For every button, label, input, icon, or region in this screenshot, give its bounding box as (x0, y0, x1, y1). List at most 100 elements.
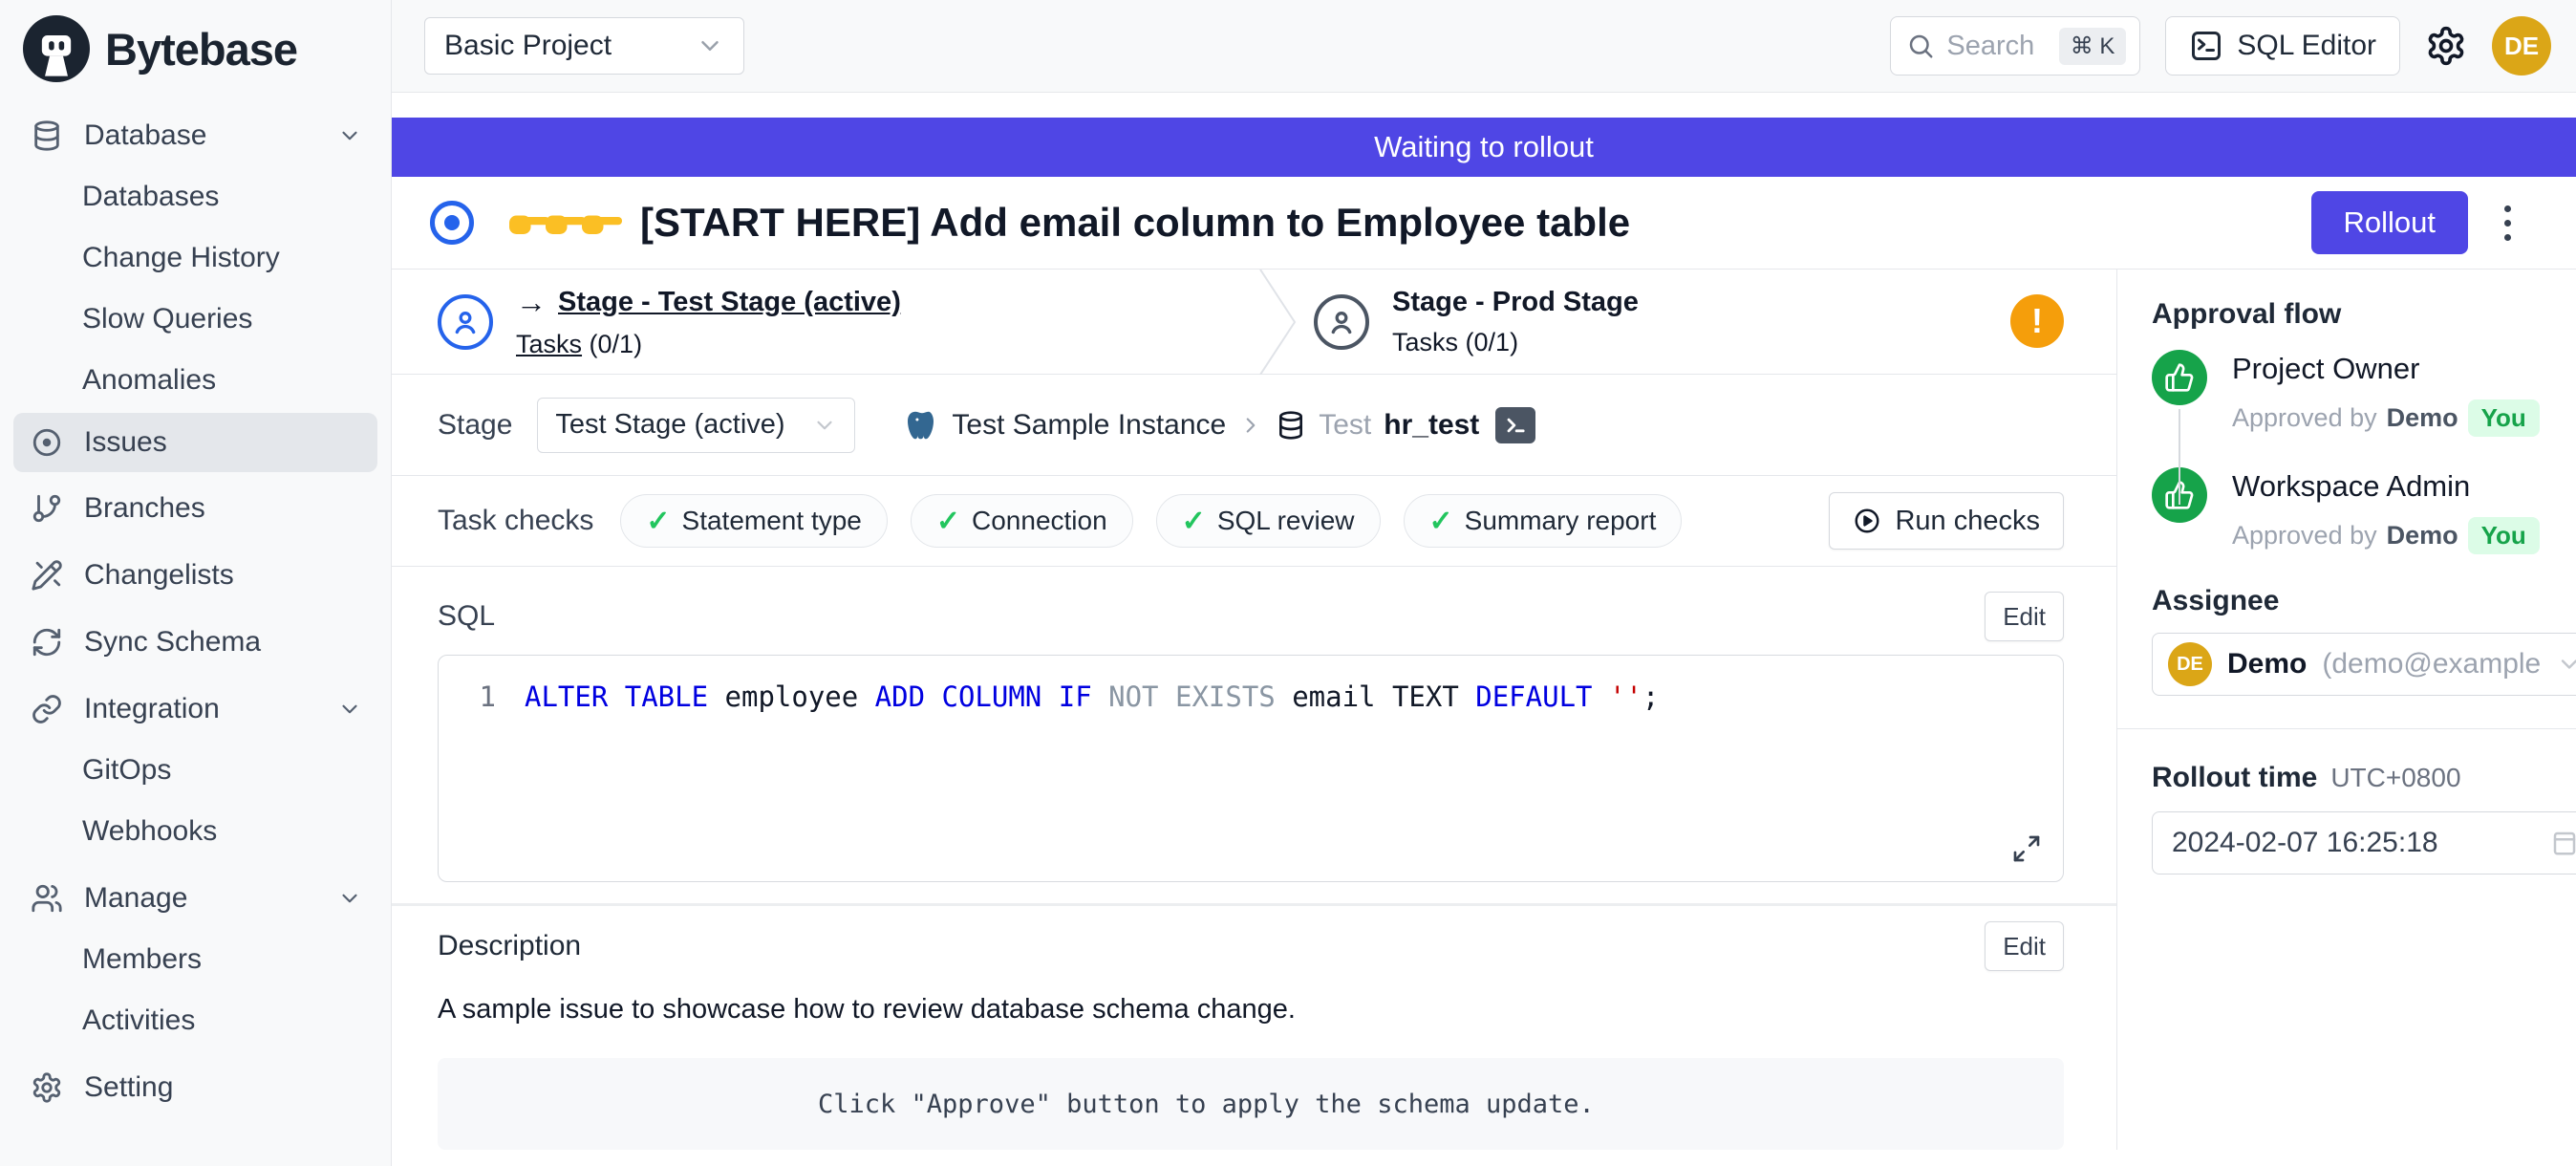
sidebar-item-activities[interactable]: Activities (0, 990, 391, 1051)
search-shortcut-badge: ⌘ K (2059, 28, 2127, 65)
check-pass-icon: ✓ (1429, 505, 1453, 538)
sidebar-item-label: Manage (84, 882, 187, 915)
check-summary-report[interactable]: ✓ Summary report (1404, 494, 1683, 548)
stage-picker-label: Stage (438, 409, 512, 442)
description-section-title: Description (438, 930, 581, 962)
sql-editor[interactable]: 1 ALTER TABLE employee ADD COLUMN IF NOT… (438, 655, 2064, 882)
sidebar-item-setting[interactable]: Setting (0, 1057, 391, 1118)
sidebar-item-issues[interactable]: Issues (13, 413, 377, 472)
sidebar-item-databases[interactable]: Databases (0, 166, 391, 227)
stage-select-dropdown[interactable]: Test Stage (active) (537, 398, 855, 453)
sidebar-item-label: Members (82, 943, 202, 976)
approval-steps: Project Owner Approved by Demo You Works… (2152, 350, 2576, 554)
run-checks-label: Run checks (1895, 506, 2040, 537)
status-banner: Waiting to rollout (392, 118, 2576, 177)
bytebase-logo[interactable]: Bytebase (0, 0, 391, 92)
assignee-dropdown[interactable]: DE Demo (demo@example (2152, 633, 2576, 696)
check-pass-icon: ✓ (1182, 505, 1206, 538)
issue-main-column: → Stage - Test Stage (active) Tasks (0/1… (392, 270, 2116, 1150)
chevron-down-icon (337, 123, 362, 148)
sql-section-title: SQL (438, 600, 495, 633)
environment-name: Test (1319, 409, 1371, 442)
approval-step-project-owner: Project Owner Approved by Demo You (2152, 350, 2576, 437)
check-connection[interactable]: ✓ Connection (911, 494, 1133, 548)
panel-divider (2117, 728, 2576, 729)
more-options-menu[interactable] (2487, 196, 2528, 250)
check-sql-review[interactable]: ✓ SQL review (1156, 494, 1381, 548)
stage-test[interactable]: → Stage - Test Stage (active) Tasks (0/1… (438, 270, 901, 375)
assignee-avatar: DE (2168, 642, 2212, 686)
rollout-time-title: Rollout time (2152, 762, 2317, 794)
sidebar-item-members[interactable]: Members (0, 929, 391, 990)
sidebar-item-changelists[interactable]: Changelists (0, 545, 391, 606)
section-divider (392, 903, 2116, 906)
instance-name[interactable]: Test Sample Instance (952, 409, 1226, 442)
link-icon (31, 693, 63, 725)
sidebar: Bytebase Database Databases Change Histo… (0, 0, 392, 1166)
sidebar-item-anomalies[interactable]: Anomalies (0, 350, 391, 411)
chevron-right-icon (1238, 413, 1263, 438)
sidebar-item-label: Webhooks (82, 815, 217, 848)
sidebar-group-manage[interactable]: Manage (0, 868, 391, 929)
chevron-down-icon (696, 32, 724, 60)
description-code-block: Click "Approve" button to apply the sche… (438, 1058, 2064, 1150)
terminal-icon (2189, 29, 2223, 63)
sidebar-group-database[interactable]: Database (0, 105, 391, 166)
check-label: Statement type (682, 506, 862, 536)
sidebar-item-webhooks[interactable]: Webhooks (0, 801, 391, 862)
sidebar-item-sync-schema[interactable]: Sync Schema (0, 612, 391, 673)
sidebar-group-integration[interactable]: Integration (0, 679, 391, 740)
expand-editor-icon[interactable] (2011, 833, 2042, 864)
user-avatar[interactable]: DE (2492, 16, 2551, 76)
sidebar-item-branches[interactable]: Branches (0, 478, 391, 539)
search-input[interactable]: Search ⌘ K (1890, 16, 2140, 76)
sidebar-item-label: Activities (82, 1004, 195, 1037)
database-breadcrumb: Test Sample Instance Test hr_test (905, 407, 1535, 443)
stage-select-value: Test Stage (active) (555, 409, 784, 441)
database-name[interactable]: hr_test (1384, 409, 1479, 442)
you-badge: You (2468, 399, 2540, 437)
search-placeholder: Search (1946, 31, 2047, 62)
stage-separator (1256, 270, 1304, 375)
check-label: SQL review (1217, 506, 1355, 536)
approved-thumbs-up-icon (2152, 350, 2207, 405)
sidebar-item-label: Branches (84, 492, 205, 525)
approver-name: Demo (2387, 403, 2458, 433)
description-text: A sample issue to showcase how to review… (392, 994, 2116, 1026)
stage-tasks-label: Tasks (1392, 328, 1458, 356)
settings-gear-icon[interactable] (2425, 25, 2467, 67)
attention-warning-icon: ! (2010, 294, 2064, 348)
project-selector[interactable]: Basic Project (424, 17, 744, 75)
line-number: 1 (471, 680, 496, 713)
sync-refresh-icon (31, 626, 63, 659)
description-edit-button[interactable]: Edit (1985, 921, 2064, 971)
task-checks-label: Task checks (438, 505, 593, 537)
sql-edit-button[interactable]: Edit (1985, 592, 2064, 641)
project-selector-value: Basic Project (444, 30, 612, 62)
approval-role: Workspace Admin (2232, 469, 2540, 504)
rollout-button[interactable]: Rollout (2311, 191, 2469, 254)
sidebar-item-label: Database (84, 119, 206, 152)
stage-tasks-count: (0/1) (590, 330, 643, 358)
chevron-down-icon (337, 886, 362, 911)
search-icon (1906, 32, 1935, 60)
sidebar-item-label: Slow Queries (82, 303, 252, 335)
stage-tasks-link[interactable]: Tasks (516, 330, 582, 358)
run-checks-button[interactable]: Run checks (1829, 492, 2064, 550)
issue-title: [START HERE] Add email column to Employe… (640, 200, 1630, 246)
check-statement-type[interactable]: ✓ Statement type (620, 494, 887, 548)
rollout-time-input[interactable]: 2024-02-07 16:25:18 (2152, 811, 2576, 874)
sql-editor-button[interactable]: SQL Editor (2165, 16, 2400, 76)
issue-side-panel: Approval flow Project Owner Approved by … (2116, 270, 2576, 1150)
stage-prod[interactable]: Stage - Prod Stage Tasks (0/1) (1314, 270, 1639, 375)
check-pass-icon: ✓ (646, 505, 670, 538)
sidebar-item-change-history[interactable]: Change History (0, 227, 391, 289)
sidebar-item-gitops[interactable]: GitOps (0, 740, 391, 801)
check-label: Connection (972, 506, 1107, 536)
open-in-sql-editor-icon[interactable] (1495, 407, 1535, 443)
sidebar-item-slow-queries[interactable]: Slow Queries (0, 289, 391, 350)
stage-picker-row: Stage Test Stage (active) Test Sample In… (392, 375, 2116, 476)
approved-by-text: Approved by (2232, 403, 2377, 433)
stage-name[interactable]: Stage - Test Stage (active) (558, 287, 901, 318)
issue-circle-dot-icon (31, 426, 63, 459)
